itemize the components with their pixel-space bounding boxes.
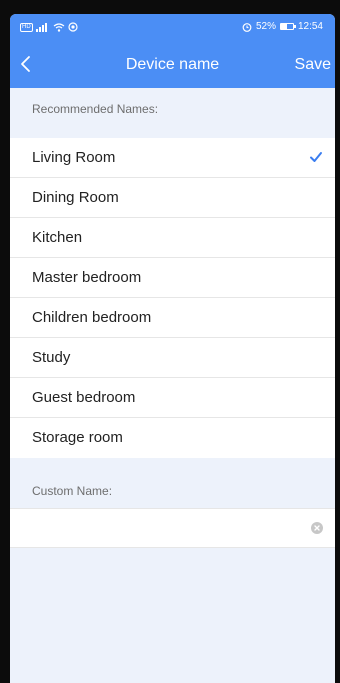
status-time: 12:54	[297, 21, 323, 32]
battery-percent: 52%	[255, 21, 276, 32]
recommended-names-list: Living Room Dining Room Kitchen Master bedr…	[10, 138, 335, 458]
list-item-label: Study	[32, 349, 71, 366]
list-item[interactable]: Living Room	[10, 138, 335, 178]
custom-name-input[interactable]	[32, 509, 302, 547]
list-item-label: Guest bedroom	[32, 389, 136, 406]
list-item-label: Storage room	[32, 429, 123, 446]
clear-icon[interactable]	[311, 522, 323, 534]
status-left: HD	[20, 22, 78, 32]
hd-icon: HD	[20, 22, 33, 32]
list-item[interactable]: Storage room	[10, 418, 335, 458]
alarm-icon	[242, 22, 252, 32]
wifi-icon	[53, 22, 65, 32]
list-item-label: Children bedroom	[32, 309, 152, 326]
status-bar: HD 52% 12:54	[10, 14, 335, 42]
list-item[interactable]: Kitchen	[10, 218, 335, 258]
list-item[interactable]: Master bedroom	[10, 258, 335, 298]
list-item-label: Kitchen	[32, 229, 83, 246]
save-button[interactable]: Save	[295, 56, 331, 74]
list-item[interactable]: Study	[10, 338, 335, 378]
app-screen: HD 52% 12:54 Device name Save Recommende…	[10, 14, 335, 683]
status-right: 52% 12:54	[242, 21, 323, 32]
signal-icon	[35, 22, 47, 32]
list-item[interactable]: Children bedroom	[10, 298, 335, 338]
list-item-label: Master bedroom	[32, 269, 142, 286]
list-item[interactable]: Dining Room	[10, 178, 335, 218]
custom-name-row	[10, 508, 335, 548]
battery-fill	[280, 24, 288, 29]
page-title: Device name	[125, 56, 220, 73]
app-header: HD 52% 12:54 Device name Save	[10, 14, 335, 88]
custom-name-label: Custom Name:	[10, 470, 335, 508]
battery-icon	[279, 23, 296, 30]
list-item-label: Dining Room	[32, 189, 119, 206]
phone-frame: HD 52% 12:54 Device name Save Recommende…	[0, 0, 340, 683]
recommended-names-label: Recommended Names:	[10, 88, 335, 126]
nav-bar: Device name Save	[10, 42, 335, 88]
list-item-label: Living Room	[32, 149, 116, 166]
location-icon	[68, 22, 78, 32]
list-item[interactable]: Guest bedroom	[10, 378, 335, 418]
checkmark-icon	[310, 152, 322, 162]
